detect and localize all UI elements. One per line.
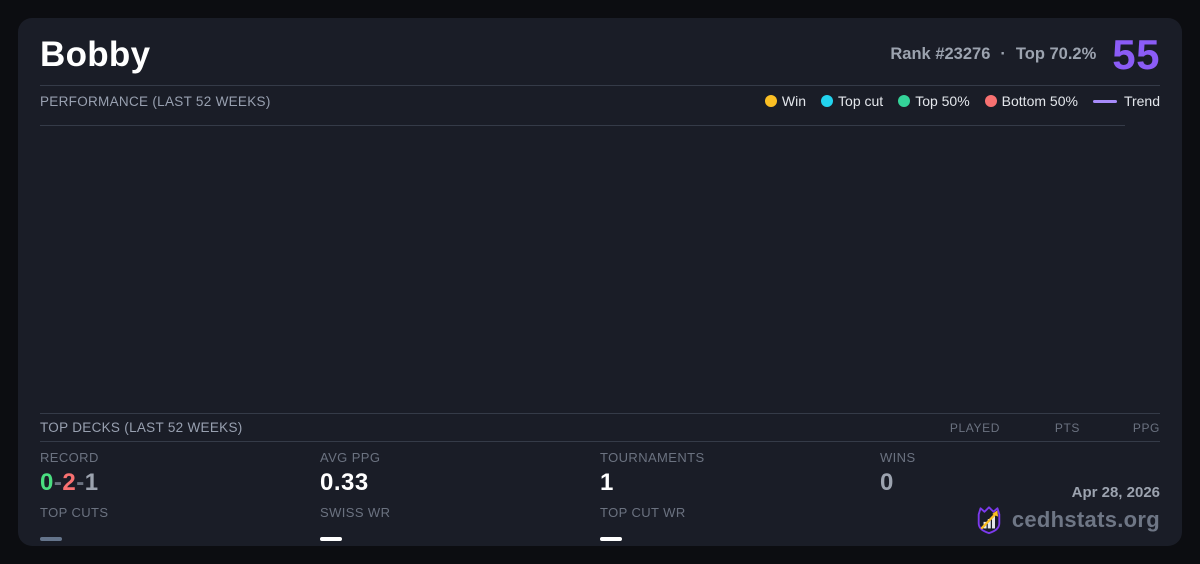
column-header-played: PLAYED: [920, 421, 1000, 435]
stat-cell-avg-ppg: AVG PPG 0.33 SWISS WR: [320, 448, 600, 546]
card-header: Bobby Rank #23276 · Top 70.2% 55: [40, 34, 1160, 76]
avg-ppg-value: 0.33: [320, 470, 600, 495]
column-header-ppg: PPG: [1080, 421, 1160, 435]
legend-item-top-cut: Top cut: [821, 93, 883, 109]
legend-label: Top 50%: [915, 93, 969, 109]
legend-label: Top cut: [838, 93, 883, 109]
date-text: Apr 28, 2026: [1072, 484, 1160, 501]
header-right: Rank #23276 · Top 70.2% 55: [890, 35, 1160, 75]
legend-label: Bottom 50%: [1002, 93, 1078, 109]
win-dot-icon: [765, 95, 777, 107]
legend-label: Trend: [1124, 93, 1160, 109]
record-draws: 1: [85, 469, 99, 496]
score-value: 55: [1112, 35, 1160, 75]
record-sep: -: [76, 469, 85, 496]
top-decks-columns: PLAYED PTS PPG: [920, 421, 1160, 435]
top-50-dot-icon: [898, 95, 910, 107]
record-losses: 2: [62, 469, 76, 496]
performance-header-row: PERFORMANCE (LAST 52 WEEKS) Win Top cut …: [40, 86, 1160, 116]
legend-item-trend: Trend: [1093, 93, 1160, 109]
percentile-text: Top 70.2%: [1016, 45, 1096, 64]
cedhstats-crown-logo-icon: [974, 504, 1004, 536]
top-cut-wr-label: TOP CUT WR: [600, 505, 880, 520]
top-cut-wr-empty-value: [600, 537, 622, 541]
wins-label: WINS: [880, 450, 1160, 465]
record-wins: 0: [40, 469, 54, 496]
top-cuts-label: TOP CUTS: [40, 505, 320, 520]
player-stats-card: Bobby Rank #23276 · Top 70.2% 55 PERFORM…: [18, 18, 1182, 546]
top-cuts-empty-value: [40, 537, 62, 541]
brand-name: cedhstats.org: [1012, 507, 1160, 533]
card-footer: Apr 28, 2026 cedhstats.org: [974, 484, 1160, 536]
top-cut-dot-icon: [821, 95, 833, 107]
dot-separator: ·: [1000, 45, 1006, 64]
performance-chart-area: [18, 126, 1182, 413]
trend-line-icon: [1093, 100, 1117, 103]
legend-item-win: Win: [765, 93, 806, 109]
top-decks-header-row: TOP DECKS (LAST 52 WEEKS) PLAYED PTS PPG: [40, 413, 1160, 442]
stat-cell-tournaments: TOURNAMENTS 1 TOP CUT WR: [600, 448, 880, 546]
rank-line: Rank #23276 · Top 70.2%: [890, 45, 1096, 64]
swiss-wr-empty-value: [320, 537, 342, 541]
record-value: 0-2-1: [40, 470, 320, 495]
performance-section-title: PERFORMANCE (LAST 52 WEEKS): [40, 94, 271, 109]
tournaments-value: 1: [600, 470, 880, 495]
swiss-wr-label: SWISS WR: [320, 505, 600, 520]
brand-link[interactable]: cedhstats.org: [974, 504, 1160, 536]
top-decks-title: TOP DECKS (LAST 52 WEEKS): [40, 420, 243, 435]
stat-cell-record: RECORD 0-2-1 TOP CUTS: [40, 448, 320, 546]
legend-item-top-50: Top 50%: [898, 93, 969, 109]
column-header-pts: PTS: [1000, 421, 1080, 435]
legend-item-bottom-50: Bottom 50%: [985, 93, 1078, 109]
legend-label: Win: [782, 93, 806, 109]
record-label: RECORD: [40, 450, 320, 465]
player-name: Bobby: [40, 36, 150, 75]
rank-text: Rank #23276: [890, 45, 990, 64]
avg-ppg-label: AVG PPG: [320, 450, 600, 465]
chart-legend: Win Top cut Top 50% Bottom 50% Trend: [765, 93, 1160, 109]
tournaments-label: TOURNAMENTS: [600, 450, 880, 465]
bottom-50-dot-icon: [985, 95, 997, 107]
